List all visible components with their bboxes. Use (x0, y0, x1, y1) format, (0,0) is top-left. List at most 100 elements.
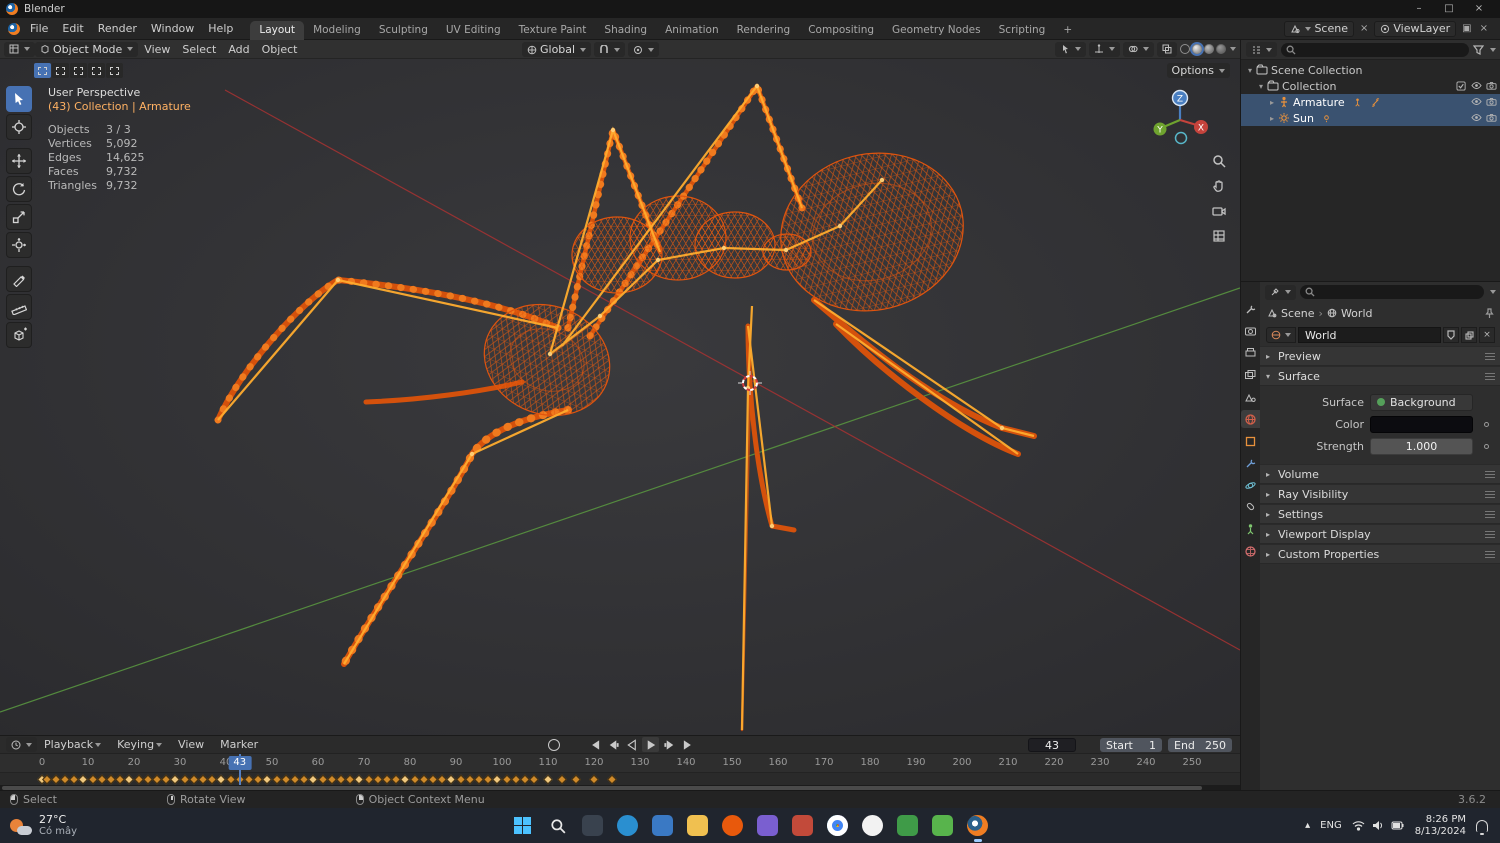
light-icon[interactable] (1320, 112, 1333, 124)
select-mode-button-3[interactable] (88, 63, 105, 78)
maximize-button[interactable]: □ (1434, 0, 1464, 18)
notifications-bell-icon[interactable] (1476, 820, 1488, 832)
shading-solid-button[interactable] (1192, 44, 1202, 54)
orientation-selector[interactable]: Global (522, 42, 591, 57)
play-reverse-button[interactable] (623, 737, 640, 752)
app-menu-icon[interactable] (8, 23, 20, 35)
frame-tick-160[interactable]: 160 (768, 757, 787, 768)
tab-animation[interactable]: Animation (656, 21, 728, 40)
tab-uv-editing[interactable]: UV Editing (437, 21, 510, 40)
frame-tick-180[interactable]: 180 (860, 757, 879, 768)
properties-tab-object[interactable] (1241, 432, 1260, 450)
menu-file[interactable]: File (23, 20, 55, 37)
frame-tick-220[interactable]: 220 (1044, 757, 1063, 768)
frame-tick-230[interactable]: 230 (1090, 757, 1109, 768)
taskbar-app-media-player[interactable] (785, 808, 820, 843)
timeline-ruler[interactable]: 0102030405060708090100110120130140150160… (0, 754, 1240, 773)
frame-tick-10[interactable]: 10 (82, 757, 95, 768)
disclosure-triangle-icon[interactable]: ▸ (1267, 98, 1277, 107)
keyframe-diamond[interactable] (589, 774, 599, 784)
taskbar-app-task-view[interactable] (575, 808, 610, 843)
frame-tick-190[interactable]: 190 (906, 757, 925, 768)
surface-type-dropdown[interactable]: Background (1370, 394, 1473, 411)
tray-status-icons[interactable] (1352, 820, 1405, 831)
taskbar-app-photos[interactable] (750, 808, 785, 843)
frame-tick-130[interactable]: 130 (630, 757, 649, 768)
frame-tick-210[interactable]: 210 (998, 757, 1017, 768)
playhead-frame-label[interactable]: 43 (228, 756, 251, 770)
outliner-search-input[interactable] (1281, 43, 1469, 57)
frame-tick-240[interactable]: 240 (1136, 757, 1155, 768)
world-browse-button[interactable] (1266, 327, 1296, 343)
taskbar-app-sandbox[interactable] (890, 808, 925, 843)
breadcrumb-world[interactable]: World (1341, 307, 1373, 320)
editor-type-button[interactable] (4, 42, 35, 57)
weather-widget[interactable]: 27°C Có mây (0, 814, 220, 837)
chevron-down-icon[interactable] (1490, 290, 1496, 294)
properties-tab-constraints[interactable] (1241, 498, 1260, 516)
outliner-row-collection[interactable]: ▾Collection (1241, 78, 1500, 94)
disclosure-triangle-icon[interactable]: ▾ (1245, 66, 1255, 75)
frame-tick-250[interactable]: 250 (1182, 757, 1201, 768)
frame-tick-60[interactable]: 60 (312, 757, 325, 768)
panel-header-settings[interactable]: ▸Settings (1260, 504, 1500, 524)
properties-tab-tool[interactable] (1241, 300, 1260, 318)
timeline-menu-keying[interactable]: Keying (110, 736, 169, 753)
taskbar-app-search[interactable] (540, 808, 575, 843)
viewport-menu-select[interactable]: Select (176, 42, 222, 57)
tool-transform-button[interactable] (6, 232, 32, 258)
keyframe-diamond[interactable] (571, 774, 581, 784)
tray-expand-button[interactable]: ▴ (1305, 820, 1310, 831)
tab-shading[interactable]: Shading (595, 21, 656, 40)
minimize-button[interactable]: – (1404, 0, 1434, 18)
frame-tick-120[interactable]: 120 (584, 757, 603, 768)
strength-number-field[interactable]: 1.000 (1370, 438, 1473, 455)
tab-scripting[interactable]: Scripting (990, 21, 1055, 40)
prev-keyframe-button[interactable] (604, 737, 621, 752)
panel-header-custom-properties[interactable]: ▸Custom Properties (1260, 544, 1500, 564)
outliner-row-armature[interactable]: ▸Armature (1241, 94, 1500, 110)
zoom-icon[interactable] (1210, 152, 1228, 170)
pan-hand-icon[interactable] (1210, 177, 1228, 195)
timeline-editor[interactable]: PlaybackKeyingViewMarker 43 Start 1 End … (0, 735, 1240, 790)
clock-widget[interactable]: 8:26 PM 8/13/2024 (1415, 814, 1466, 838)
language-indicator[interactable]: ENG (1320, 820, 1342, 831)
properties-tab-render[interactable] (1241, 322, 1260, 340)
taskbar-app-firefox[interactable] (715, 808, 750, 843)
world-name-field[interactable]: World (1298, 327, 1441, 343)
menu-edit[interactable]: Edit (55, 20, 90, 37)
jump-to-start-button[interactable] (585, 737, 602, 752)
properties-tab-world[interactable] (1241, 410, 1260, 428)
tool-select-box-button[interactable] (6, 86, 32, 112)
outliner-row-sun[interactable]: ▸Sun (1241, 110, 1500, 126)
frame-tick-170[interactable]: 170 (814, 757, 833, 768)
shading-wireframe-button[interactable] (1180, 44, 1190, 54)
panel-header-ray-visibility[interactable]: ▸Ray Visibility (1260, 484, 1500, 504)
frame-tick-90[interactable]: 90 (450, 757, 463, 768)
shading-rendered-button[interactable] (1216, 44, 1226, 54)
tool-measure-button[interactable] (6, 294, 32, 320)
frame-tick-0[interactable]: 0 (39, 757, 45, 768)
properties-tab-modifiers[interactable] (1241, 454, 1260, 472)
tab-sculpting[interactable]: Sculpting (370, 21, 437, 40)
overlays-dropdown[interactable] (1123, 42, 1154, 57)
bone-icon[interactable] (1369, 96, 1382, 108)
frame-tick-30[interactable]: 30 (174, 757, 187, 768)
panel-header-preview[interactable]: ▸Preview (1260, 346, 1500, 366)
proportional-edit-toggle[interactable] (628, 42, 659, 57)
taskbar-app-file-explorer[interactable] (680, 808, 715, 843)
tool-cursor-button[interactable] (6, 114, 32, 140)
menu-help[interactable]: Help (201, 20, 240, 37)
properties-tab-view-layer[interactable] (1241, 366, 1260, 384)
menu-window[interactable]: Window (144, 20, 201, 37)
outliner-editor-type-button[interactable] (1246, 42, 1277, 57)
navigation-gizmo[interactable]: Z Y X (1148, 86, 1212, 150)
frame-tick-100[interactable]: 100 (492, 757, 511, 768)
timeline-editor-type-button[interactable] (6, 737, 37, 752)
color-swatch-field[interactable] (1370, 416, 1473, 433)
properties-search-input[interactable] (1300, 285, 1484, 299)
tab-layout[interactable]: Layout (250, 21, 304, 40)
keyframe-diamond[interactable] (607, 774, 617, 784)
taskbar-app-google[interactable] (855, 808, 890, 843)
select-mode-button-0[interactable] (34, 63, 51, 78)
